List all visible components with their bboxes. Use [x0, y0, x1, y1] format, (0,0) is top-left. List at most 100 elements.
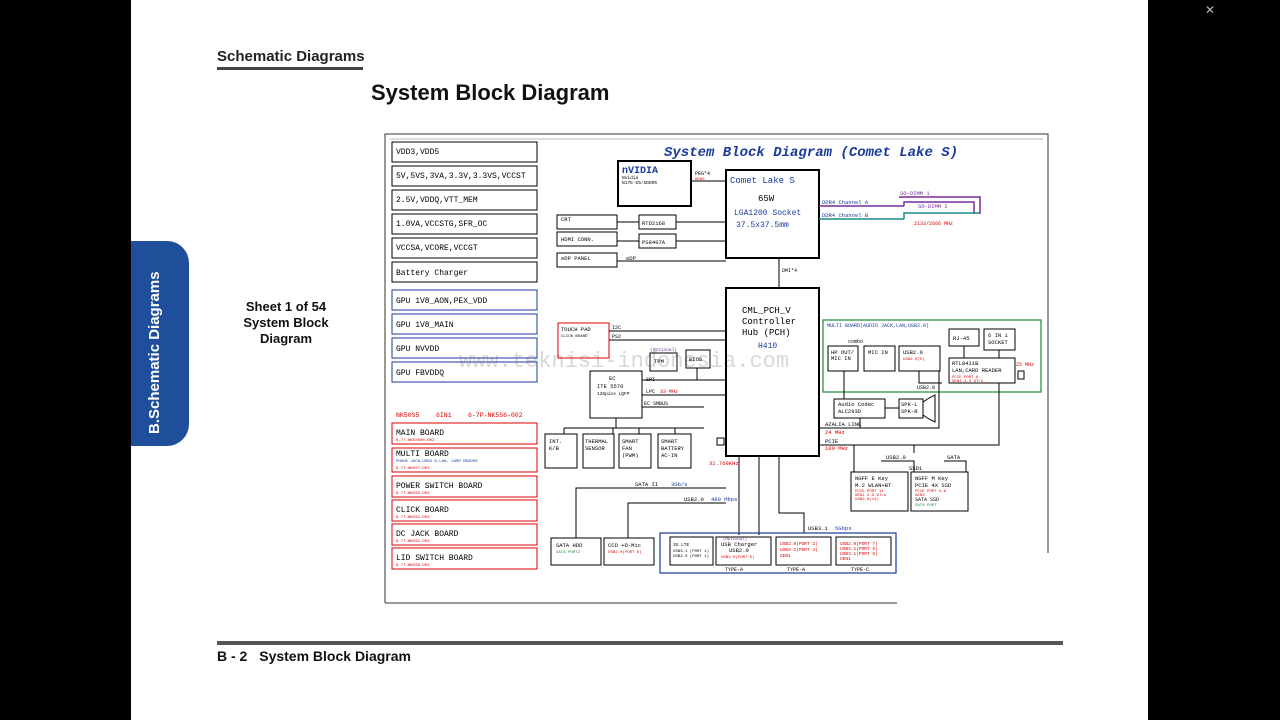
tpm-optional: (Optional): [650, 347, 677, 353]
cpu-tdp: 65W: [758, 194, 775, 204]
ngff-m-label: NGFF M Key: [915, 475, 949, 482]
clock-32k: 32.768KHz: [709, 460, 739, 467]
cpu-size: 37.5x37.5mm: [736, 221, 789, 230]
ec-device-line: FAN: [622, 445, 632, 452]
sheet-info-line: Sheet 1 of 54: [245, 299, 327, 314]
board-type: 6IN1: [436, 412, 452, 419]
so-dimm-2: SO-DIMM 2: [918, 203, 948, 210]
board-description: PHONE JACK,USB3.0,LAN, CARD READER: [396, 460, 478, 464]
board-part-number: 6-77-NK5S6-D02: [396, 564, 430, 568]
audio-block: Audio Codec ALC293D SPK-L SPK-R AZALIA L…: [819, 371, 940, 436]
usb-port-line: USB2.0(PORT 5): [721, 555, 755, 560]
touchpad-sub: CLICK BOARD: [561, 335, 588, 339]
board-name: POWER SWITCH BOARD: [396, 482, 483, 491]
usb20-port: USB2.0(5): [903, 357, 925, 362]
channel-b-route: [903, 212, 980, 219]
multi-usb20-label: USB2.0: [917, 385, 935, 391]
gpu-block: nVIDIA Nvidia N17E-G5/GDDR5 PEG*4 GEN3: [617, 160, 726, 207]
edp-panel-label: eDP PANEL: [561, 255, 591, 262]
sata-hdd-label: SATA HDD: [556, 542, 583, 549]
ec-device-bus: [563, 418, 704, 434]
so-dimm-1: SO-DIMM 1: [900, 190, 930, 197]
rtd-label: RTD2168: [642, 220, 665, 227]
ec-device-line: SMART: [622, 438, 639, 445]
power-rail-label: 5V,5VS,3VA,3.3V,3.3VS,VCCST: [396, 172, 526, 181]
ec-device-line: SMART: [661, 438, 678, 445]
card-socket-sub: SOCKET: [988, 339, 1009, 346]
board-code: 6-7P-NK5S6-002: [468, 412, 523, 419]
board-name: MULTI BOARD: [396, 450, 449, 459]
usb-port-line: GEN1: [780, 553, 791, 559]
ec-device-line: THERMAL: [585, 438, 608, 445]
ddr4-channel-a: DDR4 Channel A: [822, 199, 869, 206]
pch-line-2: Controller: [742, 317, 796, 327]
ngff-m-function: PCIE 4X SSD: [915, 482, 952, 489]
audio-codec-label: Audio Codec: [838, 401, 874, 408]
ec-device-line: INT.: [549, 438, 562, 445]
m2-usb20-label: USB2.0: [886, 454, 906, 461]
section-header: Schematic Diagrams: [217, 48, 365, 65]
power-rail-label: VDD3,VDD5: [396, 148, 439, 157]
m2-ssd1-label: SSD1: [909, 465, 923, 472]
multi-board-frame: [822, 319, 1042, 393]
card-socket-label: 6 IN 1: [988, 332, 1009, 339]
cpu-block: Comet Lake S 65W LGA1200 Socket 37.5x37.…: [725, 169, 820, 259]
memory-speed: 2133/2666 MHz: [914, 221, 953, 227]
azalia-clock: 24 MHz: [825, 429, 845, 436]
multi-board-block: MULTI BOARD(AUDIO JACK,LAN,USB2.0) combo…: [822, 319, 1042, 393]
ec-smbus-label: EC SMBUS: [644, 401, 668, 407]
speaker-right: SPK-R: [901, 408, 918, 415]
power-rail-label: VCCSA,VCORE,VCCGT: [396, 244, 478, 253]
rtl-function: LAN,CARD READER: [952, 367, 1002, 374]
pch-chipset: H410: [758, 342, 777, 351]
crystal-icon: [716, 437, 725, 446]
ec-device-list: INT. K/B THERMAL SENSOR SMART FAN (PWM) …: [544, 433, 692, 469]
cpu-socket: LGA1200 Socket: [734, 209, 801, 218]
sata-hdd-port: SATA PORT2: [556, 551, 581, 555]
usb-port-line: 3G LTE: [673, 542, 690, 548]
ec-package: 128pins LQFP: [597, 391, 630, 397]
usb-port-group: 3G LTE USB3.1 (PORT 1) USB2.0 (PORT 1) (…: [659, 532, 897, 574]
cpu-name: Comet Lake S: [730, 176, 795, 186]
gpu-model: N17E-G5/GDDR5: [622, 180, 657, 186]
ngff-m-sata-port: SATA PORT: [915, 504, 937, 508]
exit-fullscreen-icon[interactable]: ✕: [1203, 3, 1217, 17]
power-rail-label: Battery Charger: [396, 269, 468, 278]
usb-port-line: USB3.1 (PORT 1): [673, 549, 709, 554]
rtl-gen: GEN1 2.5 GT/s: [952, 379, 984, 384]
usb-port-line: USB3.1(PORT 4): [780, 547, 818, 553]
sata2-speed: 3Gb/s: [671, 481, 688, 488]
ec-model: ITE 5570: [597, 383, 623, 390]
usb31-label: USB3.1: [808, 525, 829, 532]
tpm-label: TPM: [654, 358, 664, 365]
usb-port-line: GEN1: [840, 556, 851, 562]
display-block: CRT RTD2168 HDMI CONN. PS8407A eDP PANEL…: [556, 214, 726, 268]
ec-label: EC: [609, 375, 616, 382]
board-part-number: 6-77-NK5S1-D02: [396, 516, 430, 520]
bios-label: BIOS: [689, 356, 703, 363]
board-name: MAIN BOARD: [396, 429, 444, 438]
gpu-rail-label: GPU NVVDD: [396, 345, 439, 354]
ccd-label: CCD +D-Mic: [608, 542, 641, 549]
usb-port-line: USB2.0 (PORT 1): [673, 554, 709, 559]
lan-clock: 25 MHz: [1016, 362, 1034, 368]
usb-port-line: USB2.0(PORT 2): [780, 541, 818, 547]
lan-crystal-icon: [1017, 370, 1025, 380]
peg-label: PEG*4: [695, 171, 710, 177]
lpc-label: LPC: [646, 389, 655, 395]
power-rail-list: VDD3,VDD5 5V,5VS,3VA,3.3V,3.3VS,VCCST 2.…: [391, 141, 538, 283]
board-part-number: 6-77-NK5SC-D02: [396, 540, 430, 544]
board-list: NK50S5 6IN1 6-7P-NK5S6-002 MAIN BOARD 6-…: [391, 412, 538, 570]
gpu-rail-label: GPU 1V8_MAIN: [396, 321, 454, 330]
board-name: DC JACK BOARD: [396, 530, 459, 539]
sheet-info-line: System Block: [243, 315, 329, 330]
crt-label: CRT: [561, 216, 572, 223]
ddr4-channel-b: DDR4 Channel B: [822, 212, 869, 219]
multi-board-title: MULTI BOARD(AUDIO JACK,LAN,USB2.0): [827, 323, 929, 329]
usb20-label: USB2.0: [903, 349, 923, 356]
board-part-number: 6-77-NK5S5-D02: [396, 492, 430, 496]
pcie-clock: 100 MHz: [825, 445, 848, 452]
system-block-schematic: System Block Diagram (Comet Lake S) www.…: [384, 133, 1049, 604]
ngff-e-usb: USB2.0(14): [855, 497, 879, 502]
m2-block: USB2.0 SATA SSD1 NGFF E Key M.2 WLAN+BT …: [850, 445, 969, 512]
